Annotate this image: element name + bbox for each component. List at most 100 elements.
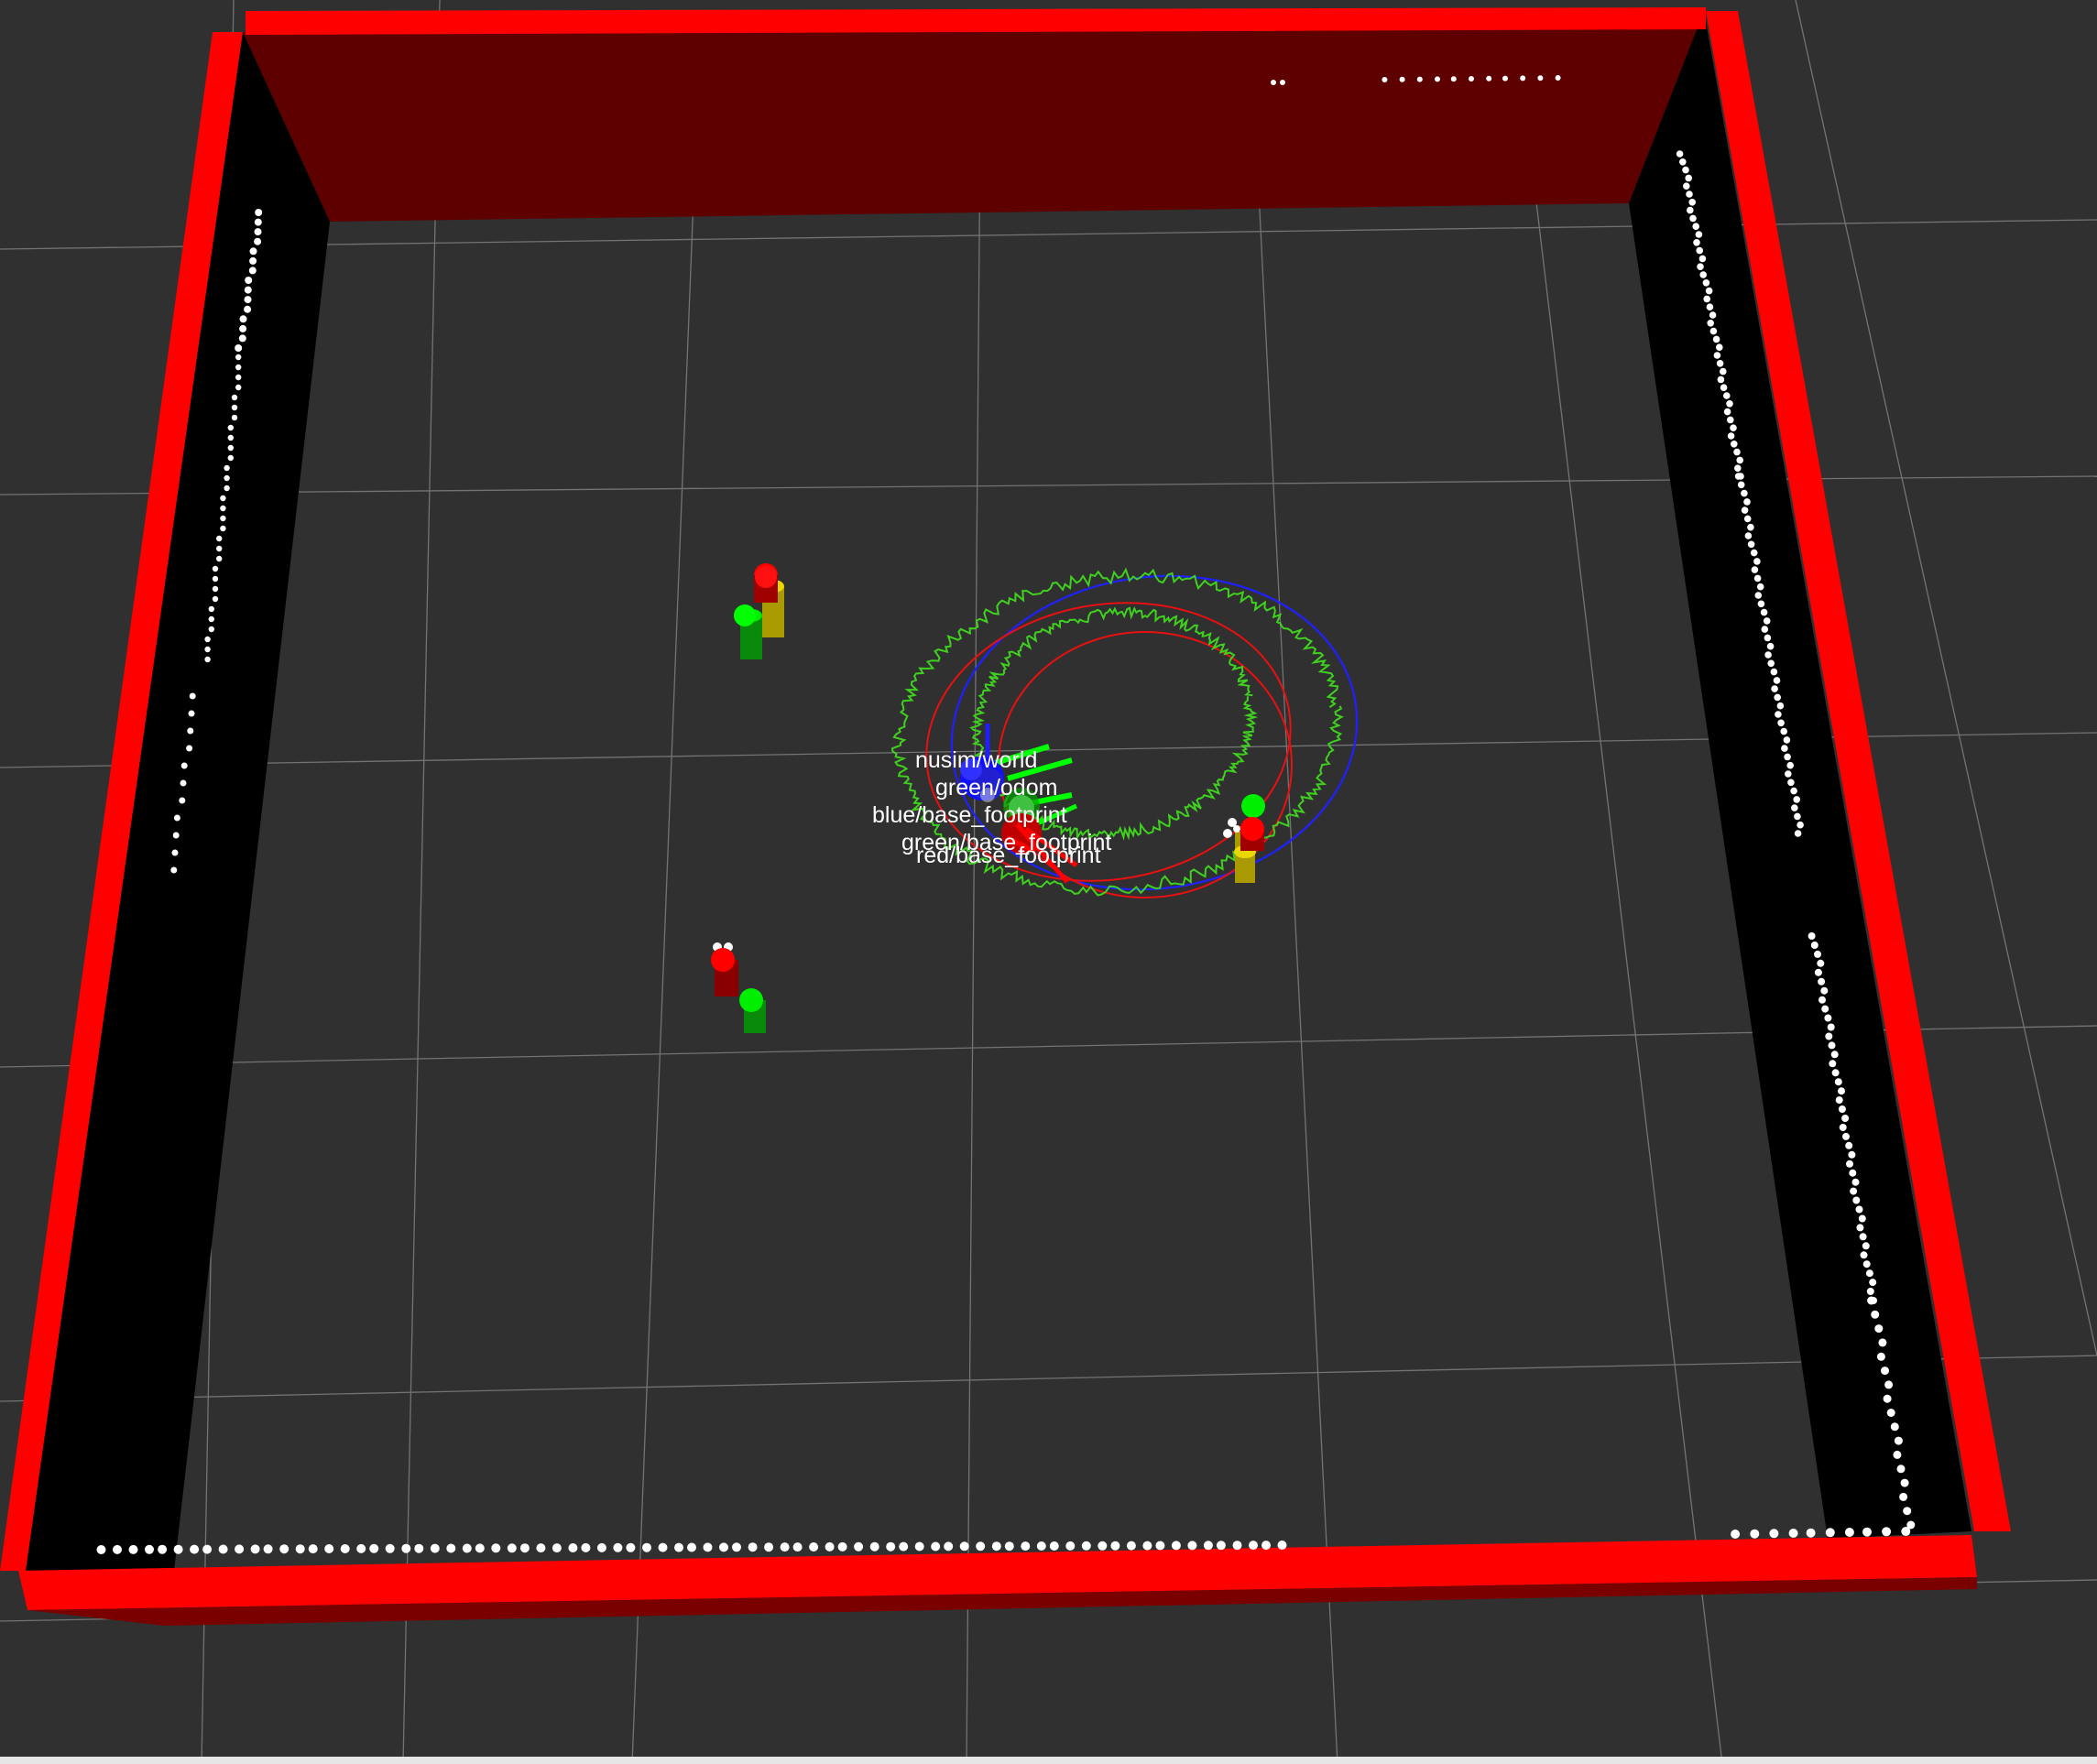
scan-point [1865, 1269, 1873, 1278]
scan-point [1709, 327, 1718, 335]
scan-point [208, 615, 214, 623]
scan-point [204, 656, 211, 663]
scan-point [1716, 360, 1724, 367]
scan-point [1216, 1541, 1226, 1551]
scan-point [1793, 796, 1800, 803]
scan-point [220, 495, 226, 502]
scan-point [96, 1545, 106, 1554]
scan-point [1753, 574, 1762, 583]
scan-point [1770, 668, 1778, 676]
scan-point [1786, 761, 1794, 769]
scan-point [869, 1541, 879, 1552]
rviz-3d-viewport[interactable]: nusim/world green/odom blue/base_footpri… [0, 0, 2097, 1764]
scan-point [1871, 1310, 1880, 1319]
scan-point [1890, 1422, 1899, 1432]
scan-point [507, 1543, 517, 1553]
scan-point [1705, 287, 1713, 295]
scan-point [1695, 231, 1703, 238]
scene-canvas[interactable]: nusim/world green/odom blue/base_footpri… [0, 0, 2097, 1764]
scan-point [204, 636, 211, 643]
scan-point [1814, 968, 1822, 976]
scan-point [1416, 76, 1423, 82]
scan-point [931, 1541, 941, 1552]
scan-point [218, 1544, 228, 1554]
obstacle-3 [1223, 794, 1265, 883]
scan-point [1886, 1409, 1895, 1417]
scan-point [158, 1544, 168, 1554]
scan-point [235, 1544, 245, 1554]
scan-point [1883, 1394, 1892, 1403]
red-base-footprint-label: red/base_footprint [916, 843, 1101, 868]
scan-point [959, 1541, 969, 1552]
scan-point [1808, 932, 1816, 940]
scan-point [1876, 1352, 1885, 1361]
scan-point [212, 585, 219, 593]
scan-point [231, 404, 238, 411]
scan-point [792, 1542, 803, 1552]
scan-point [1862, 1527, 1872, 1537]
obstacle-1 [734, 563, 784, 659]
scan-point [1382, 77, 1388, 82]
scan-point [1249, 1541, 1258, 1551]
scan-point [1766, 642, 1775, 650]
scan-point [976, 1541, 986, 1552]
scan-point [220, 515, 226, 522]
scan-point [180, 762, 188, 769]
scan-point [145, 1544, 154, 1554]
status-strip [0, 1757, 2097, 1764]
scan-point [1682, 166, 1689, 174]
scan-point [1881, 1367, 1889, 1376]
scan-point [1777, 719, 1785, 727]
scan-point [254, 218, 262, 226]
blue-base-footprint-label: blue/base_footprint [872, 802, 1067, 828]
scan-point [1693, 239, 1700, 246]
scan-point [1155, 1541, 1165, 1551]
scan-point [244, 305, 252, 313]
scan-point [231, 414, 238, 421]
scan-point [837, 1541, 847, 1552]
scan-point [1679, 158, 1687, 166]
scan-point [244, 296, 252, 304]
scan-point [1399, 76, 1405, 82]
scan-point [1689, 214, 1697, 223]
scan-point [227, 444, 234, 452]
scan-point [1858, 1214, 1866, 1223]
scan-point [1049, 1541, 1059, 1551]
scan-point [1021, 1541, 1031, 1552]
scan-point [1794, 812, 1801, 821]
scan-point [1726, 400, 1733, 408]
scan-point [764, 1542, 774, 1552]
scan-point [1004, 1541, 1014, 1552]
scan-point [1731, 1530, 1741, 1539]
scan-point [1842, 1132, 1850, 1140]
scan-point [250, 1544, 260, 1554]
scan-point [187, 727, 194, 735]
scan-point [1741, 489, 1748, 497]
scan-point [1713, 352, 1721, 359]
scan-point [1882, 1527, 1892, 1537]
scan-point [1835, 1096, 1843, 1105]
scan-point [1773, 677, 1781, 684]
scan-point [674, 1542, 683, 1552]
scan-point [1818, 977, 1826, 985]
scan-point [991, 1541, 1001, 1552]
scan-point [1884, 1380, 1894, 1389]
scan-point [1736, 456, 1743, 464]
scan-point [462, 1543, 472, 1553]
scan-point [1855, 1205, 1863, 1214]
scan-point [1730, 424, 1737, 432]
scan-point [1706, 303, 1714, 311]
scan-point [1720, 384, 1728, 392]
scan-point [356, 1543, 366, 1553]
scan-point [1142, 1541, 1152, 1551]
scan-point [1203, 1541, 1213, 1551]
scan-point [1750, 1529, 1760, 1539]
scan-point [1520, 75, 1526, 82]
scan-point [1852, 1196, 1861, 1204]
scan-point [1734, 464, 1742, 472]
left-wall-inner [26, 32, 330, 1571]
scan-point [190, 1544, 200, 1554]
scan-point [1788, 1529, 1798, 1538]
scan-point [519, 1543, 530, 1553]
scan-point [1435, 76, 1440, 82]
